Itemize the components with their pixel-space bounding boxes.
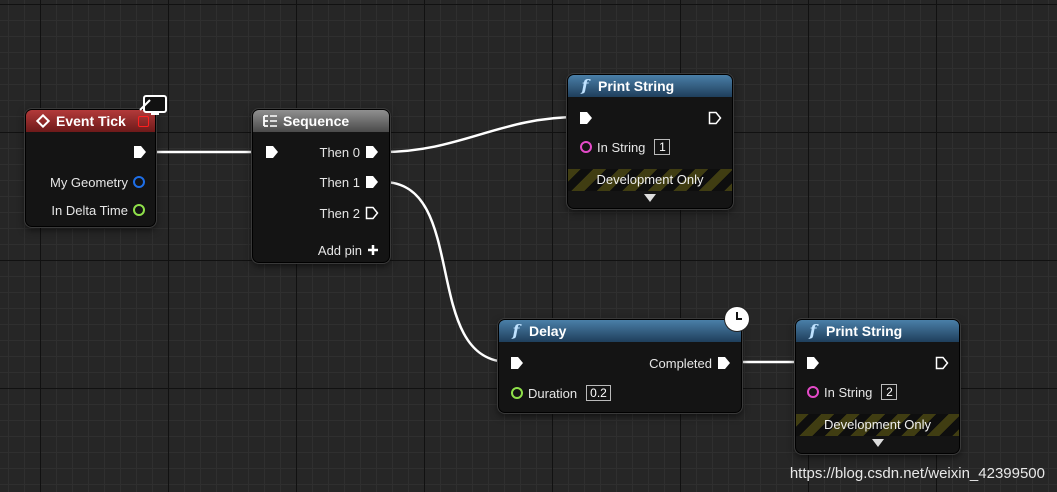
sequence-exec-in[interactable] [265,142,279,162]
development-only-label: Development Only [596,172,704,187]
wire-then0-to-print1 [382,115,579,154]
print-string-1-title: Print String [598,78,675,94]
print1-exec-out[interactable] [708,108,722,128]
then1-exec-pin-icon[interactable] [365,175,379,189]
event-tick-title: Event Tick [56,113,126,129]
print1-in-string-row[interactable]: In String 1 [580,137,671,157]
add-pin-button[interactable]: Add pin [313,240,379,260]
function-f-icon: f [581,76,589,95]
event-tick-node[interactable]: Event Tick My Geometry In Delta Time [25,109,156,227]
development-only-label: Development Only [824,417,931,432]
exec-in-pin-icon[interactable] [510,356,524,370]
plus-icon [368,245,378,255]
then1-label: Then 1 [319,174,360,190]
clock-icon [725,307,749,331]
development-only-band: Development Only [796,414,959,436]
exec-out-pin-icon[interactable] [935,356,949,370]
print1-exec-in[interactable] [579,108,593,128]
event-diamond-icon [35,110,51,132]
duration-pin-row[interactable]: Duration 0.2 [511,383,611,403]
exec-in-pin-icon[interactable] [579,111,593,125]
expand-arrow-icon[interactable] [872,439,884,447]
then0-exec-pin-icon[interactable] [365,145,379,159]
in-string-pin[interactable] [807,386,819,398]
in-string-pin[interactable] [580,141,592,153]
expand-arrow-icon[interactable] [644,194,656,202]
in-delta-time-pin[interactable] [133,204,145,216]
duration-value-input[interactable]: 0.2 [586,385,611,401]
then1-pin-row[interactable]: Then 1 [315,172,379,192]
print-string-1-header[interactable]: f Print String [568,75,732,97]
completed-label: Completed [649,355,712,371]
print-string-node-2[interactable]: f Print String In String 2 Development O… [795,319,960,454]
in-delta-time-pin-row[interactable]: In Delta Time [46,200,145,220]
then0-pin-row[interactable]: Then 0 [315,142,379,162]
add-pin-label: Add pin [317,242,362,258]
sequence-title: Sequence [283,113,350,129]
print2-exec-out[interactable] [935,353,949,373]
exec-in-pin-icon[interactable] [806,356,820,370]
then2-exec-pin-icon[interactable] [365,206,379,220]
print-string-node-1[interactable]: f Print String In String 1 Development O… [567,74,733,209]
in-string-value-input[interactable]: 1 [654,139,671,155]
in-string-value-input[interactable]: 2 [881,384,898,400]
function-f-icon: f [809,321,817,340]
delay-header[interactable]: f Delay [499,320,741,342]
print-string-2-title: Print String [826,323,903,339]
delay-exec-in[interactable] [510,353,524,373]
exec-in-pin-icon[interactable] [265,145,279,159]
my-geometry-pin[interactable] [133,176,145,188]
delay-title: Delay [529,323,567,339]
print2-exec-in[interactable] [806,353,820,373]
delay-node[interactable]: f Delay Completed Duration 0.2 [498,319,742,413]
then0-label: Then 0 [319,144,360,160]
duration-pin[interactable] [511,387,523,399]
sequence-node[interactable]: Sequence Then 0 Then 1 Then 2 Add pin [252,109,390,263]
function-f-icon: f [512,321,520,340]
monitor-icon [139,95,167,115]
exec-out-pin-icon[interactable] [133,145,147,159]
event-tick-header[interactable]: Event Tick [26,110,155,132]
duration-label: Duration [528,385,578,401]
in-string-label: In String [824,384,873,400]
print-string-2-header[interactable]: f Print String [796,320,959,342]
in-delta-time-label: In Delta Time [51,202,128,218]
wire-then1-to-delay [382,180,510,364]
sequence-header[interactable]: Sequence [253,110,389,132]
in-string-label: In String [597,139,646,155]
print2-in-string-row[interactable]: In String 2 [807,382,898,402]
then2-label: Then 2 [319,205,360,221]
development-only-band: Development Only [568,169,732,191]
watermark: https://blog.csdn.net/weixin_42399500 [789,465,1045,482]
event-tick-exec-out[interactable] [133,142,147,162]
completed-pin-row[interactable]: Completed [644,353,731,373]
sequence-icon [262,110,278,132]
exec-out-pin-icon[interactable] [708,111,722,125]
completed-exec-pin-icon[interactable] [717,356,731,370]
my-geometry-label: My Geometry [49,174,128,190]
then2-pin-row[interactable]: Then 2 [315,203,379,223]
my-geometry-pin-row[interactable]: My Geometry [45,172,145,192]
